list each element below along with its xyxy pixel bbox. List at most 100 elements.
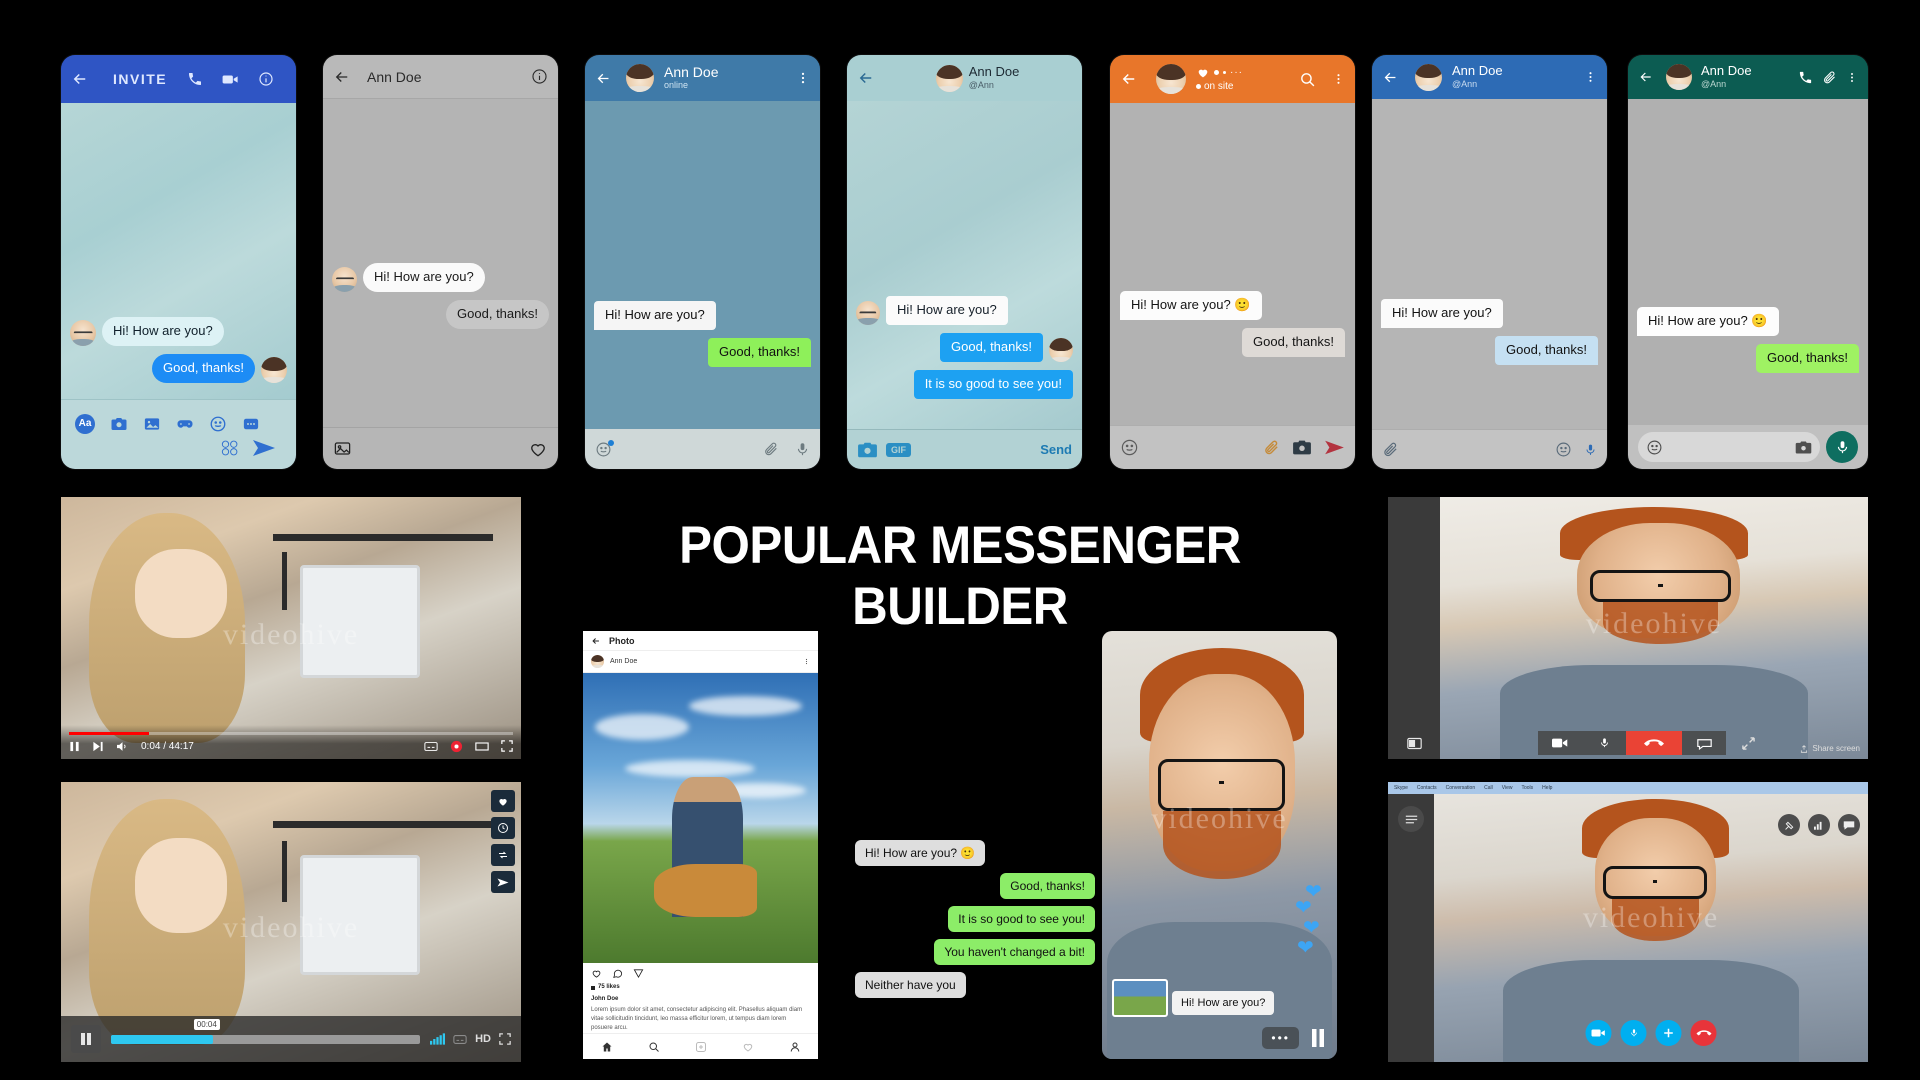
menu-item-tools[interactable]: Tools — [1521, 785, 1533, 791]
send-icon[interactable] — [491, 871, 515, 893]
comment-icon[interactable] — [612, 968, 623, 979]
home-icon[interactable] — [601, 1041, 613, 1053]
back-arrow-icon[interactable] — [1382, 69, 1399, 86]
picture-in-picture-preview[interactable] — [1112, 979, 1168, 1017]
avatar[interactable] — [626, 64, 654, 92]
more-icon[interactable] — [242, 415, 260, 433]
game-controller-icon[interactable] — [176, 415, 194, 433]
hangup-icon[interactable] — [1626, 731, 1682, 755]
phone-icon[interactable] — [187, 71, 203, 87]
share-icon[interactable] — [633, 968, 644, 979]
pin-icon[interactable] — [1778, 814, 1800, 836]
more-vertical-icon[interactable] — [803, 657, 810, 666]
microphone-icon[interactable] — [1620, 1020, 1647, 1046]
heart-icon[interactable] — [528, 439, 548, 459]
heart-icon[interactable] — [591, 968, 602, 979]
paperclip-icon[interactable] — [1263, 439, 1280, 456]
pause-icon[interactable] — [1311, 1029, 1325, 1047]
pause-icon[interactable] — [71, 1025, 101, 1053]
info-icon[interactable] — [531, 68, 548, 85]
microphone-icon[interactable] — [795, 441, 810, 458]
gif-icon[interactable]: GIF — [886, 442, 911, 457]
search-icon[interactable] — [648, 1041, 660, 1053]
chat-icon[interactable] — [1838, 814, 1860, 836]
fullscreen-icon[interactable] — [1726, 731, 1770, 755]
invite-label[interactable]: INVITE — [113, 71, 167, 87]
hangup-icon[interactable] — [1690, 1020, 1717, 1046]
theater-mode-icon[interactable] — [475, 741, 489, 752]
next-icon[interactable] — [92, 741, 104, 752]
back-arrow-icon[interactable] — [1638, 69, 1654, 85]
menu-item-help[interactable]: Help — [1542, 785, 1552, 791]
avatar[interactable] — [591, 655, 604, 668]
message-input[interactable] — [1638, 432, 1820, 462]
search-icon[interactable] — [1299, 71, 1316, 88]
clock-icon[interactable] — [491, 817, 515, 839]
add-icon[interactable] — [695, 1041, 707, 1053]
activity-icon[interactable] — [742, 1041, 754, 1053]
more-vertical-icon[interactable] — [1584, 69, 1597, 85]
share-screen-button[interactable]: Share screen — [1800, 744, 1860, 753]
subtitles-icon[interactable] — [424, 741, 438, 752]
presentation-icon[interactable] — [1388, 737, 1440, 750]
avatar[interactable] — [1156, 64, 1186, 94]
paperclip-icon[interactable] — [1822, 70, 1837, 85]
progress-bar[interactable]: 00:04 — [111, 1018, 421, 1044]
paperclip-icon[interactable] — [763, 441, 779, 458]
camera-icon[interactable] — [1292, 439, 1312, 456]
microphone-icon[interactable] — [1584, 442, 1597, 458]
back-arrow-icon[interactable] — [1120, 70, 1138, 88]
avatar[interactable] — [1666, 64, 1692, 90]
fullscreen-icon[interactable] — [501, 740, 513, 752]
send-icon[interactable] — [252, 438, 276, 458]
emoji-icon[interactable] — [595, 439, 614, 458]
text-format-icon[interactable]: Aa — [75, 413, 95, 434]
camera-icon[interactable] — [1795, 440, 1812, 455]
repost-icon[interactable] — [491, 844, 515, 866]
more-vertical-icon[interactable] — [1846, 70, 1858, 85]
more-vertical-icon[interactable] — [796, 70, 810, 86]
photo-icon[interactable] — [143, 415, 161, 433]
menu-item-view[interactable]: View — [1502, 785, 1513, 791]
menu-icon[interactable] — [1398, 806, 1424, 832]
menu-item-skype[interactable]: Skype — [1394, 785, 1408, 791]
emoji-icon[interactable] — [1646, 439, 1663, 456]
emoji-icon[interactable] — [209, 415, 227, 433]
volume-bars-icon[interactable] — [430, 1033, 446, 1045]
signal-icon[interactable] — [1808, 814, 1830, 836]
pause-icon[interactable] — [69, 741, 80, 752]
settings-icon[interactable] — [450, 740, 463, 753]
heart-icon[interactable] — [1196, 66, 1210, 79]
add-person-icon[interactable] — [1655, 1020, 1682, 1046]
video-camera-icon[interactable] — [1538, 731, 1582, 755]
menu-item-call[interactable]: Call — [1484, 785, 1493, 791]
heart-icon[interactable] — [491, 790, 515, 812]
info-icon[interactable] — [258, 71, 274, 87]
send-button[interactable]: Send — [1040, 442, 1072, 457]
video-camera-icon[interactable] — [221, 70, 240, 89]
sticker-icon[interactable] — [220, 439, 242, 457]
emoji-icon[interactable] — [1120, 438, 1139, 457]
video-camera-icon[interactable] — [1585, 1020, 1612, 1046]
fullscreen-icon[interactable] — [499, 1033, 511, 1045]
paperclip-icon[interactable] — [1382, 441, 1399, 458]
emoji-icon[interactable] — [1555, 441, 1572, 458]
camera-icon[interactable] — [857, 441, 878, 459]
menu-item-contacts[interactable]: Contacts — [1417, 785, 1437, 791]
avatar[interactable] — [935, 64, 963, 92]
microphone-icon[interactable] — [1826, 431, 1858, 463]
volume-icon[interactable] — [116, 741, 129, 752]
back-arrow-icon[interactable] — [857, 69, 875, 87]
back-arrow-icon[interactable] — [333, 68, 351, 86]
profile-icon[interactable] — [789, 1041, 801, 1053]
avatar[interactable] — [1415, 63, 1442, 91]
send-icon[interactable] — [1324, 439, 1345, 456]
more-vertical-icon[interactable] — [1332, 71, 1345, 87]
camera-icon[interactable] — [110, 415, 128, 433]
back-arrow-icon[interactable] — [591, 636, 601, 646]
phone-icon[interactable] — [1798, 70, 1813, 85]
microphone-icon[interactable] — [1582, 731, 1626, 755]
back-arrow-icon[interactable] — [71, 70, 89, 88]
photo-icon[interactable] — [333, 439, 352, 458]
menu-item-conversation[interactable]: Conversation — [1446, 785, 1475, 791]
